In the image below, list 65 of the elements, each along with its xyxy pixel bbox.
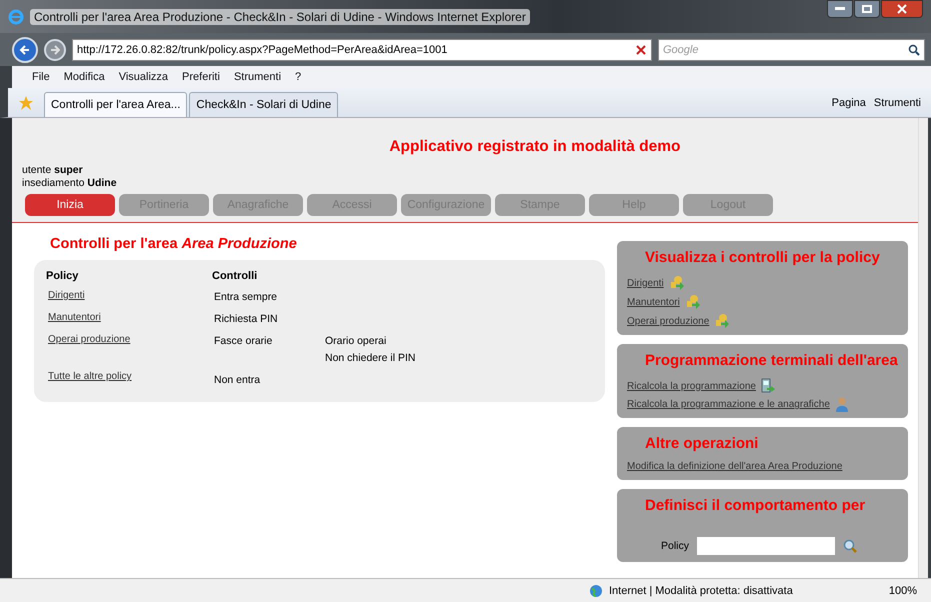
policy-field[interactable]	[697, 537, 836, 555]
command-button[interactable]: Pagina	[828, 90, 870, 114]
forward-button[interactable]	[44, 38, 66, 60]
column-header: Policy	[46, 270, 80, 284]
panel-title: Visualizza i controlli per la policy	[645, 249, 881, 266]
terminal-icon	[760, 378, 775, 394]
table-cell: Entra sempre	[214, 291, 278, 303]
stop-icon	[635, 44, 647, 56]
back-button[interactable]	[12, 36, 38, 62]
back-arrow-icon	[19, 44, 31, 56]
action-link[interactable]: Manutentori	[627, 296, 680, 308]
menu-item[interactable]: Modifica	[64, 71, 105, 83]
action-link[interactable]: Modifica la definizione dell'area Area Produzione	[627, 461, 842, 472]
menu-item[interactable]: Preferiti	[182, 71, 220, 83]
zoom-level[interactable]: 100%	[888, 584, 917, 596]
action-link[interactable]: Ricalcola la programmazione e le anagrafiche	[627, 399, 830, 410]
table-cell-text: Orario operai	[325, 335, 388, 347]
table-cell: Fasce orarie	[214, 335, 272, 347]
minimize-icon	[835, 7, 845, 11]
field-label: Policy	[661, 540, 690, 552]
table-cell: Non entra	[214, 374, 260, 386]
policy-link[interactable]: Tutte le altre policy	[48, 371, 132, 382]
menu-item[interactable]: File	[32, 71, 50, 83]
maximize-button[interactable]	[854, 0, 880, 18]
close-icon	[897, 4, 907, 14]
action-link[interactable]: Ricalcola la programmazione	[627, 380, 756, 392]
user-label: utente super	[22, 164, 84, 177]
browser-logo-icon	[8, 8, 24, 24]
action-link[interactable]: Operai produzione	[627, 316, 710, 326]
search-icon[interactable]	[843, 539, 858, 553]
demo-notice: Applicativo registrato in modalità demo	[389, 138, 680, 156]
menu-item[interactable]: ?	[295, 71, 302, 83]
site-label: insediamento Udine	[22, 177, 118, 190]
globe-icon	[589, 584, 603, 598]
key-icon	[714, 313, 730, 329]
forward-arrow-icon	[50, 44, 60, 54]
key-icon	[684, 294, 701, 310]
browser-tab[interactable]: Controlli per l'area Area...	[44, 92, 188, 117]
command-button[interactable]: Strumenti	[870, 90, 925, 114]
page-heading: Controlli per l'area Area Produzione	[50, 236, 298, 252]
action-link[interactable]: Dirigenti	[627, 278, 664, 288]
nav-button[interactable]: Inizia	[25, 194, 115, 216]
maximize-icon	[862, 5, 872, 13]
address-text: http://172.26.0.82:82/trunk/policy.aspx?PageMethod=PerArea&idArea=1001	[77, 44, 448, 56]
menu-item[interactable]: Strumenti	[234, 71, 282, 83]
panel-title: Altre operazioni	[645, 435, 760, 452]
close-button[interactable]	[881, 0, 923, 18]
key-icon	[668, 275, 685, 291]
panel-title: Programmazione terminali dell'area	[645, 352, 898, 369]
browser-tab[interactable]: Check&In - Solari di Udine	[189, 92, 338, 117]
policy-link[interactable]: Manutentori	[48, 312, 101, 323]
policy-link[interactable]: Operai produzione	[48, 334, 130, 345]
address-field[interactable]: http://172.26.0.82:82/trunk/policy.aspx?PageMethod=PerArea&idArea=1001	[72, 38, 652, 60]
window-title: Controlli per l'area Area Produzione - Check&In - Solari di Udine - Windows Internet Explorer	[30, 8, 530, 24]
status-zone: Internet | Modalità protetta: disattivata	[609, 584, 793, 596]
favorites-star-icon	[18, 94, 34, 110]
minimize-button[interactable]	[827, 0, 853, 18]
menu-item[interactable]: Visualizza	[118, 71, 168, 83]
column-header: Controlli	[212, 270, 258, 284]
table-cell-text: Non chiedere il PIN	[325, 352, 416, 364]
person-icon	[834, 397, 849, 412]
panel-title: Definisci il comportamento per	[645, 497, 866, 514]
policy-link[interactable]: Dirigenti	[48, 290, 85, 301]
search-icon	[908, 44, 920, 56]
table-cell: Richiesta PIN	[214, 313, 278, 325]
